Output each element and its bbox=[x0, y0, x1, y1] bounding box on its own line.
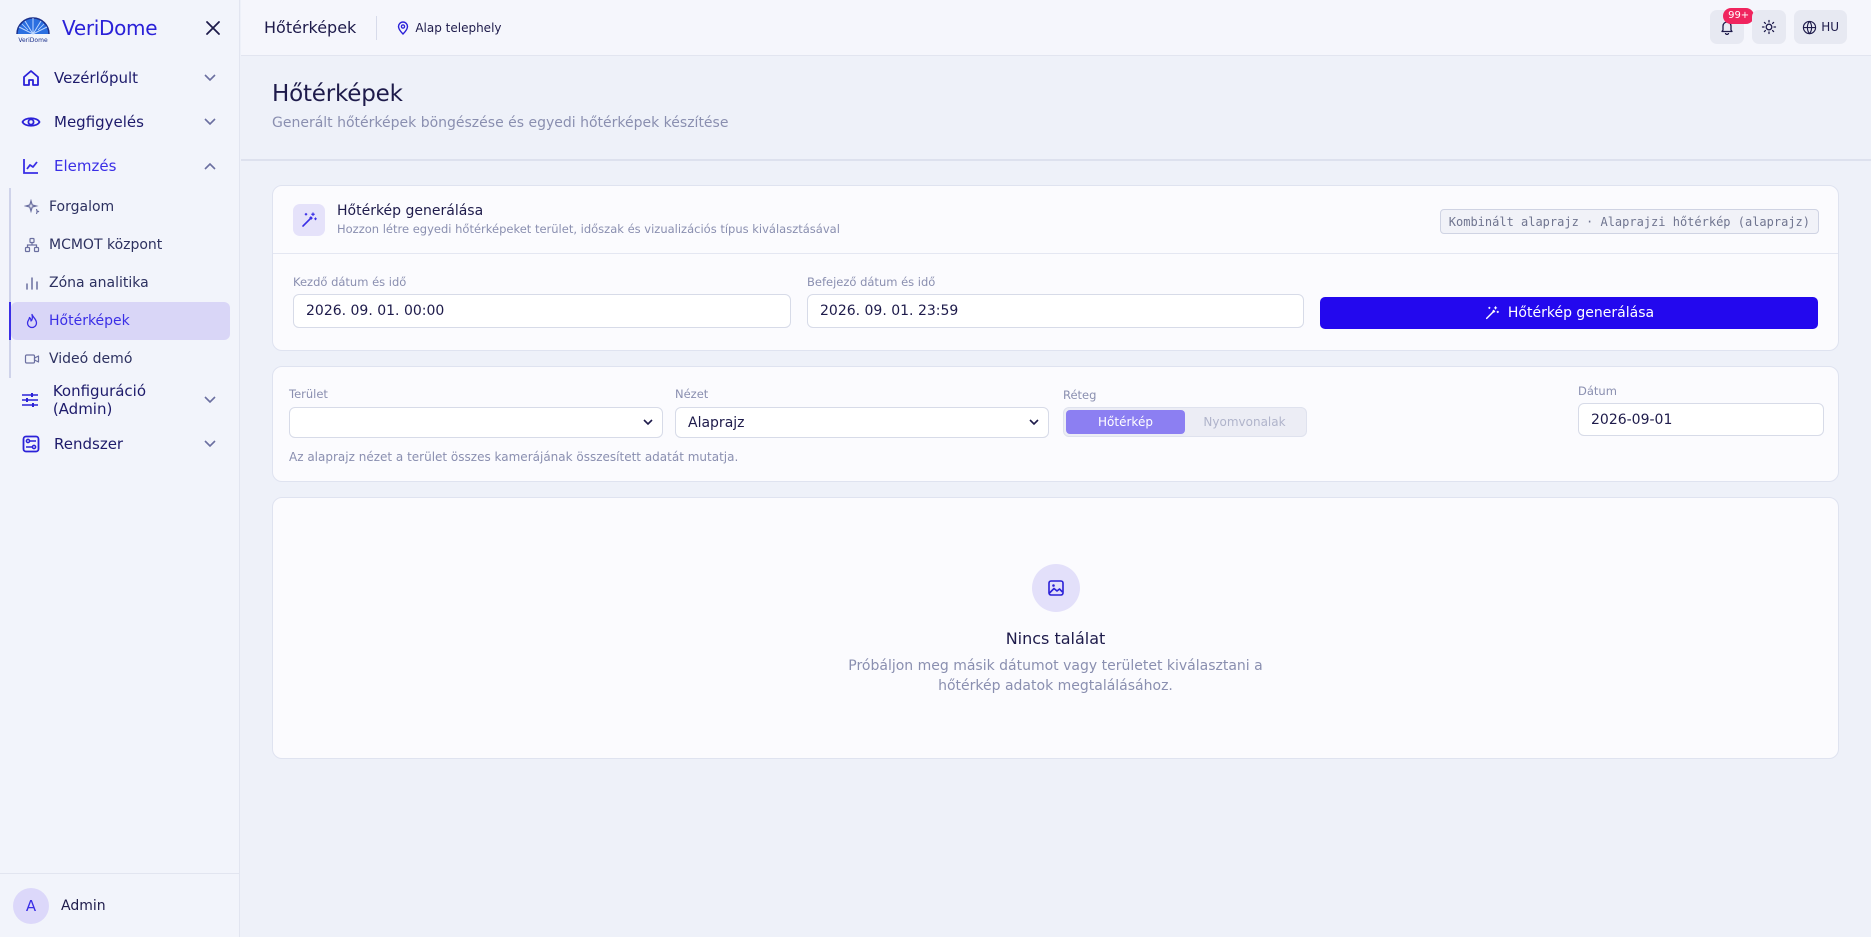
network-icon bbox=[24, 237, 40, 253]
generate-heatmap-button[interactable]: Hőtérkép generálása bbox=[1320, 297, 1818, 329]
sidebar-subitem-zona[interactable]: Zóna analitika bbox=[11, 264, 230, 302]
site-selector[interactable]: Alap telephely bbox=[397, 20, 502, 35]
layer-toggle: Hőtérkép Nyomvonalak bbox=[1063, 407, 1307, 437]
veridome-logo-icon: VeriDome bbox=[14, 13, 52, 44]
magic-wand-icon bbox=[293, 203, 325, 236]
avatar: A bbox=[13, 887, 49, 924]
sidebar-item-vezerlopult[interactable]: Vezérlőpult bbox=[0, 56, 239, 100]
close-icon bbox=[206, 21, 220, 35]
sparkles-icon bbox=[24, 199, 40, 215]
heatmap-generate-card: Hőtérkép generálása Hozzon létre egyedi … bbox=[272, 185, 1839, 351]
sidebar-subitem-forgalom[interactable]: Forgalom bbox=[11, 188, 230, 226]
empty-state-title: Nincs találat bbox=[1005, 629, 1106, 648]
sidebar-item-label: Elemzés bbox=[54, 157, 117, 175]
sidebar-subitem-video[interactable]: Videó demó bbox=[11, 340, 230, 378]
generate-card-description: Hozzon létre egyedi hőtérképeket terület… bbox=[337, 222, 840, 236]
generate-card-body: Kezdő dátum és idő 2026. 09. 01. 00:00 B… bbox=[273, 254, 1838, 350]
sidebar-subitem-label: Forgalom bbox=[49, 199, 115, 215]
close-sidebar-button[interactable] bbox=[201, 16, 225, 40]
area-label: Terület bbox=[289, 387, 328, 401]
sidebar-item-elemzes[interactable]: Elemzés bbox=[0, 144, 239, 188]
topbar-title: Hőtérképek bbox=[264, 18, 357, 37]
mode-chip: Kombinált alaprajz · Alaprajzi hőtérkép … bbox=[1439, 209, 1819, 234]
sidebar-subitem-mcmot[interactable]: MCMOT központ bbox=[11, 226, 230, 264]
sidebar-item-label: Vezérlőpult bbox=[54, 69, 139, 87]
sidebar-item-megfigyeles[interactable]: Megfigyelés bbox=[0, 100, 239, 144]
eye-icon bbox=[20, 111, 42, 133]
language-button[interactable]: HU bbox=[1794, 10, 1847, 44]
elemzes-submenu: Forgalom MCMOT központ Zóna analitika Hő… bbox=[9, 188, 239, 378]
brand-name: VeriDome bbox=[62, 16, 158, 40]
layer-option-tracks[interactable]: Nyomvonalak bbox=[1185, 410, 1304, 434]
topbar-divider bbox=[376, 15, 378, 40]
sliders-icon bbox=[20, 389, 41, 411]
topbar: Hőtérképek Alap telephely 99+ HU bbox=[241, 0, 1871, 56]
chevron-down-icon bbox=[201, 69, 219, 87]
sidebar-subitem-label: Hőtérképek bbox=[49, 313, 130, 329]
sidebar-item-label: Konfiguráció (Admin) bbox=[52, 382, 147, 418]
brand: VeriDome VeriDome bbox=[0, 0, 239, 56]
view-select-value: Alaprajz bbox=[688, 414, 745, 431]
date-input[interactable]: 2026-09-01 bbox=[1578, 403, 1824, 436]
page-title: Hőtérképek bbox=[272, 81, 403, 107]
sidebar-item-label: Megfigyelés bbox=[54, 113, 144, 131]
generate-card-header: Hőtérkép generálása Hozzon létre egyedi … bbox=[273, 186, 1838, 254]
start-datetime-label: Kezdő dátum és idő bbox=[293, 275, 407, 289]
chevron-down-icon bbox=[201, 435, 219, 453]
date-label: Dátum bbox=[1578, 384, 1617, 398]
end-datetime-input[interactable]: 2026. 09. 01. 23:59 bbox=[807, 294, 1304, 328]
notifications-button[interactable]: 99+ bbox=[1710, 8, 1755, 44]
sidebar-item-konfiguracio[interactable]: Konfiguráció (Admin) bbox=[0, 378, 239, 422]
sun-icon bbox=[1762, 19, 1777, 35]
sidebar-item-label: Rendszer bbox=[54, 435, 124, 453]
generate-card-texts: Hőtérkép generálása Hozzon létre egyedi … bbox=[337, 203, 840, 236]
site-name: Alap telephely bbox=[415, 20, 502, 35]
home-icon bbox=[20, 67, 42, 89]
generate-button-label: Hőtérkép generálása bbox=[1507, 305, 1655, 321]
image-icon bbox=[1032, 564, 1080, 612]
svg-text:VeriDome: VeriDome bbox=[18, 37, 48, 44]
video-icon bbox=[24, 351, 40, 367]
user-profile[interactable]: A Admin bbox=[0, 873, 239, 937]
empty-state-description: Próbáljon meg másik dátumot vagy terület… bbox=[848, 658, 1263, 694]
chevron-down-icon bbox=[202, 391, 219, 409]
view-select[interactable]: Alaprajz bbox=[675, 407, 1049, 438]
bar-chart-icon bbox=[24, 275, 40, 291]
sidebar-subitem-label: Zóna analitika bbox=[49, 275, 149, 291]
sidebar-subitem-label: Videó demó bbox=[49, 351, 133, 367]
sidebar-subitem-label: MCMOT központ bbox=[49, 237, 163, 253]
language-label: HU bbox=[1821, 20, 1839, 34]
chevron-down-icon bbox=[642, 416, 654, 428]
map-pin-icon bbox=[397, 20, 409, 35]
layer-label: Réteg bbox=[1063, 388, 1097, 402]
view-label: Nézet bbox=[675, 387, 709, 401]
chevron-down-icon bbox=[1028, 416, 1040, 428]
heatmap-results-card: Nincs találat Próbáljon meg másik dátumo… bbox=[272, 497, 1839, 759]
chart-line-icon bbox=[20, 155, 42, 177]
floorplan-hint: Az alaprajz nézet a terület összes kamer… bbox=[289, 450, 739, 464]
globe-icon bbox=[1803, 20, 1817, 34]
system-icon bbox=[20, 433, 42, 455]
area-select[interactable] bbox=[289, 407, 663, 438]
notification-badge: 99+ bbox=[1723, 8, 1755, 24]
layer-option-heatmap[interactable]: Hőtérkép bbox=[1066, 410, 1185, 434]
magic-wand-icon bbox=[1485, 306, 1499, 320]
page-subtitle: Generált hőtérképek böngészése és egyedi… bbox=[272, 115, 729, 131]
chevron-down-icon bbox=[201, 113, 219, 131]
start-datetime-input[interactable]: 2026. 09. 01. 00:00 bbox=[293, 294, 791, 328]
heatmap-filter-card: Terület Nézet Alaprajz Réteg Hőtérkép Ny… bbox=[272, 366, 1839, 482]
sidebar-subitem-hoterkepek[interactable]: Hőtérképek bbox=[11, 302, 230, 340]
theme-toggle-button[interactable] bbox=[1752, 10, 1787, 44]
user-name: Admin bbox=[61, 897, 106, 914]
flame-icon bbox=[24, 313, 40, 329]
page-header: Hőtérképek Generált hőtérképek böngészés… bbox=[241, 57, 1871, 161]
sidebar-item-rendszer[interactable]: Rendszer bbox=[0, 422, 239, 466]
chevron-up-icon bbox=[201, 157, 219, 175]
end-datetime-label: Befejező dátum és idő bbox=[807, 275, 936, 289]
generate-card-title: Hőtérkép generálása bbox=[337, 203, 484, 219]
sidebar: VeriDome VeriDome Vezérlőpult Megfigyelé… bbox=[0, 0, 240, 937]
sidebar-nav: Vezérlőpult Megfigyelés Elemzés Forgalom bbox=[0, 56, 239, 466]
topbar-actions: 99+ HU bbox=[1710, 8, 1847, 44]
